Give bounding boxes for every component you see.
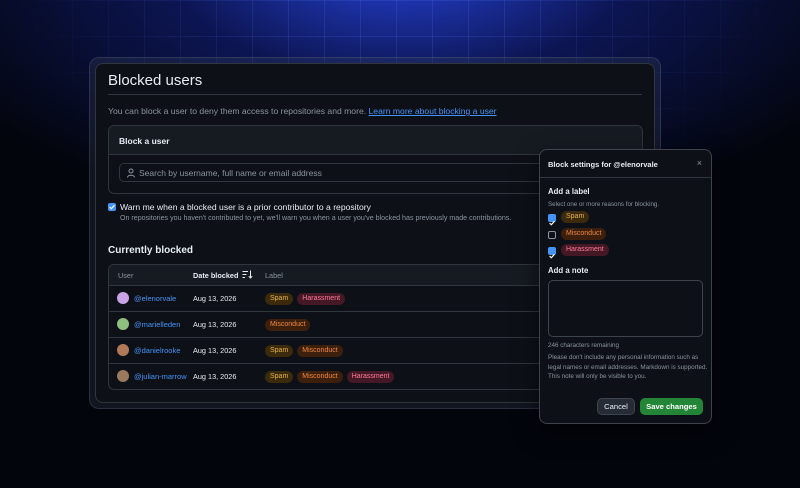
popover-divider — [540, 177, 711, 178]
learn-more-link[interactable]: Learn more about blocking a user — [369, 106, 497, 116]
cancel-button[interactable]: Cancel — [597, 398, 635, 415]
popover-title: Block settings for @elenorvale — [548, 160, 658, 169]
save-changes-button[interactable]: Save changes — [640, 398, 703, 415]
add-label-heading: Add a label — [548, 187, 590, 196]
label-badge: Harassment — [297, 293, 346, 305]
add-note-heading: Add a note — [548, 266, 589, 275]
column-date-blocked[interactable]: Date blocked — [193, 271, 238, 280]
label-list: Spam Misconduct — [265, 345, 343, 357]
avatar — [117, 344, 129, 356]
label-list: Misconduct — [265, 319, 311, 331]
avatar — [117, 292, 129, 304]
label-badge: Harassment — [346, 371, 395, 383]
label-badge: Spam — [265, 345, 294, 357]
label-badge: Misconduct — [265, 319, 311, 331]
username-link[interactable]: @julian-marrow — [134, 372, 187, 381]
label-list: Spam Misconduct Harassment — [265, 371, 395, 383]
label-badge: Spam — [265, 371, 294, 383]
avatar — [117, 318, 129, 330]
search-placeholder: Search by username, full name or email a… — [139, 168, 322, 178]
warn-checkbox-label: Warn me when a blocked user is a prior c… — [120, 202, 371, 212]
note-textarea[interactable] — [548, 280, 703, 337]
check-icon — [109, 204, 115, 210]
add-label-hint: Select one or more reasons for blocking. — [548, 201, 660, 208]
username-link[interactable]: @danielrooke — [134, 346, 180, 355]
check-icon — [549, 220, 555, 226]
label-checkbox-spam[interactable] — [548, 214, 556, 226]
note-disclaimer: Please don't include any personal inform… — [548, 354, 708, 380]
username-link[interactable]: @elenorvale — [134, 294, 176, 303]
title-divider — [108, 94, 642, 95]
intro-text: You can block a user to deny them access… — [108, 106, 497, 116]
sort-icon[interactable] — [242, 270, 253, 279]
page-title: Blocked users — [108, 72, 203, 89]
username-link[interactable]: @marielleden — [134, 320, 180, 329]
date-blocked: Aug 13, 2026 — [193, 346, 237, 355]
warn-help-text: On repositories you haven't contributed … — [120, 214, 512, 222]
label-badge: Spam — [265, 293, 294, 305]
date-blocked: Aug 13, 2026 — [193, 320, 237, 329]
check-icon — [549, 253, 555, 259]
label-checkbox-harassment[interactable] — [548, 247, 556, 259]
intro-description: You can block a user to deny them access… — [108, 106, 369, 116]
label-option-spam[interactable]: Spam — [561, 211, 590, 223]
label-badge: Misconduct — [297, 371, 343, 383]
warn-checkbox[interactable] — [108, 203, 116, 211]
label-option-misconduct[interactable]: Misconduct — [561, 228, 607, 240]
close-icon[interactable]: × — [697, 158, 702, 168]
label-list: Spam Harassment — [265, 293, 346, 305]
label-checkbox-misconduct[interactable] — [548, 231, 556, 239]
date-blocked: Aug 13, 2026 — [193, 294, 237, 303]
avatar — [117, 370, 129, 382]
column-label: Label — [265, 271, 283, 280]
person-icon — [127, 168, 135, 178]
column-user: User — [118, 271, 134, 280]
currently-blocked-heading: Currently blocked — [108, 245, 194, 256]
block-settings-popover: Block settings for @elenorvale × Add a l… — [539, 149, 712, 424]
date-blocked: Aug 13, 2026 — [193, 372, 237, 381]
characters-remaining: 246 characters remaining — [548, 342, 620, 349]
label-option-harassment[interactable]: Harassment — [561, 244, 609, 256]
label-badge: Misconduct — [297, 345, 343, 357]
